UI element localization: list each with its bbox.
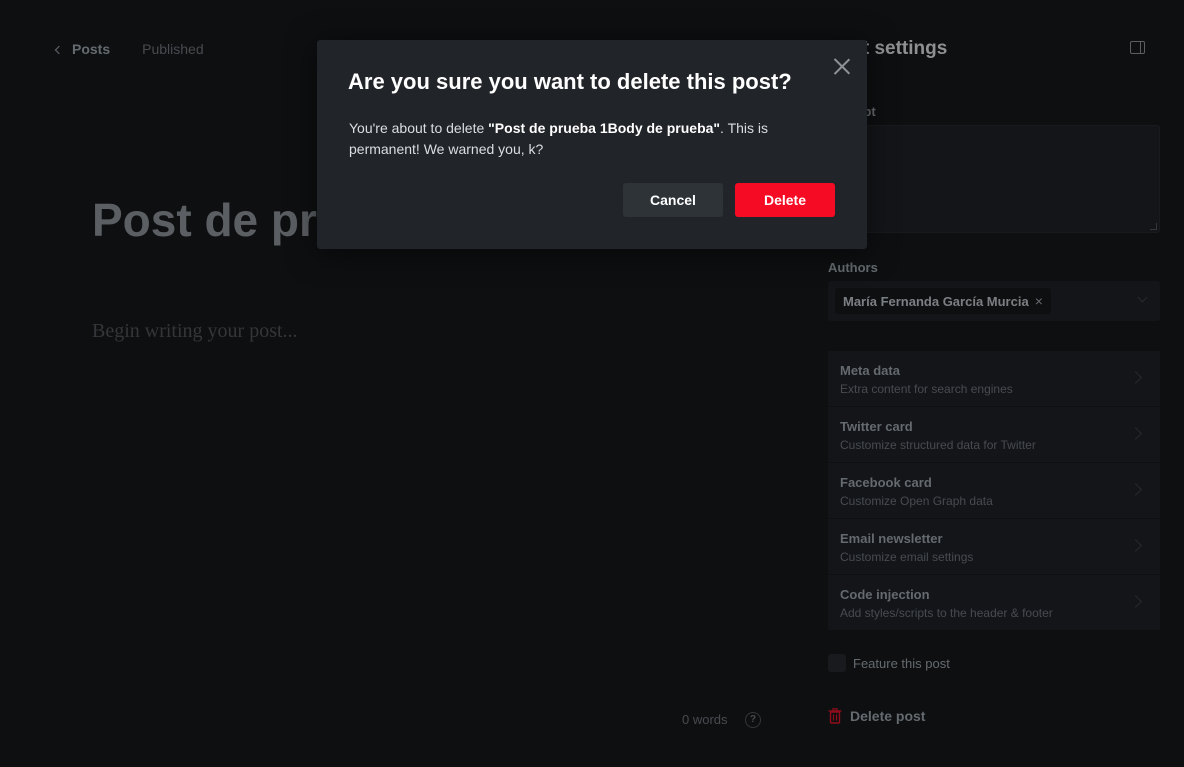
close-icon[interactable]: [833, 57, 851, 75]
modal-post-name: "Post de prueba 1Body de prueba": [488, 120, 721, 136]
modal-message-prefix: You're about to delete: [349, 120, 489, 136]
modal-title: Are you sure you want to delete this pos…: [348, 69, 792, 94]
confirm-delete-button[interactable]: Delete: [735, 183, 835, 217]
cancel-button[interactable]: Cancel: [623, 183, 723, 217]
delete-confirmation-modal: Are you sure you want to delete this pos…: [317, 40, 867, 249]
modal-message: You're about to delete "Post de prueba 1…: [349, 118, 809, 160]
